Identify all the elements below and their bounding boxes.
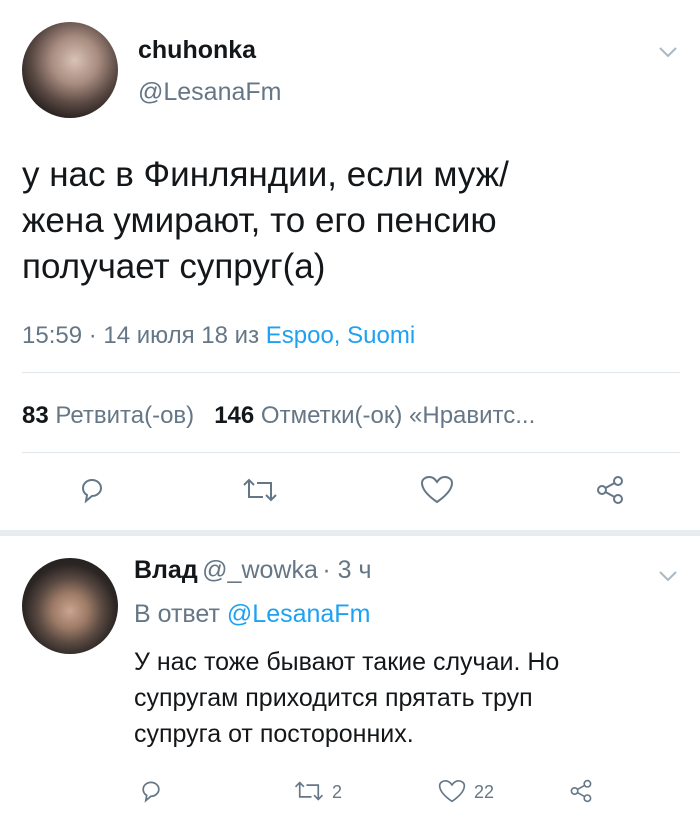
retweet-icon[interactable]: [240, 472, 280, 508]
like-icon[interactable]: [418, 472, 456, 508]
reply-text-line: У нас тоже бывают такие случаи. Но: [134, 648, 560, 676]
reply-retweet-count: 2: [332, 782, 343, 802]
chevron-down-icon[interactable]: [658, 562, 678, 588]
reply-time[interactable]: · 3 ч: [322, 556, 371, 584]
reply-text-line: супругам приходится прятать труп: [134, 684, 533, 712]
tweet-text-line: жена умирают, то его пенсию: [22, 201, 497, 240]
likes-count[interactable]: 146: [214, 402, 254, 429]
reply-icon[interactable]: [136, 776, 166, 806]
tweet-stats: 83 Ретвита(-ов) 146 Отметки(-ок) «Нравит…: [22, 402, 535, 430]
in-reply-prefix: В ответ: [134, 600, 220, 628]
reply-header: Влад @_wowka · 3 ч: [134, 556, 371, 585]
divider: [22, 372, 680, 373]
like-icon[interactable]: [436, 776, 468, 806]
divider: [22, 452, 680, 453]
likes-label[interactable]: Отметки(-ок) «Нравитс...: [261, 402, 535, 429]
reply-author-avatar[interactable]: [22, 558, 118, 654]
reply-text-line: супруга от посторонних.: [134, 720, 414, 748]
author-display-name[interactable]: chuhonka: [138, 36, 256, 65]
tweet-text-line: получает супруг(а): [22, 247, 326, 286]
in-reply-to: В ответ @LesanaFm: [134, 600, 370, 629]
author-handle[interactable]: @LesanaFm: [138, 78, 282, 107]
reply-icon[interactable]: [74, 472, 110, 508]
tweet-text-line: у нас в Финляндии, если муж/: [22, 155, 509, 194]
tweet-separator: [0, 530, 700, 536]
retweet-icon[interactable]: [292, 776, 326, 806]
retweets-count[interactable]: 83: [22, 402, 49, 429]
author-avatar[interactable]: [22, 22, 118, 118]
in-reply-handle[interactable]: @LesanaFm: [227, 600, 371, 628]
tweet-time[interactable]: 15:59 · 14 июля 18 из: [22, 322, 266, 349]
reply-author-handle[interactable]: @_wowka: [202, 556, 318, 584]
chevron-down-icon[interactable]: [658, 38, 678, 64]
reply-text: У нас тоже бывают такие случаи. Но супру…: [134, 644, 684, 752]
tweet-text: у нас в Финляндии, если муж/ жена умираю…: [22, 152, 682, 290]
share-icon[interactable]: [566, 776, 596, 806]
reply-like-count: 22: [474, 782, 495, 802]
retweets-label[interactable]: Ретвита(-ов): [55, 402, 194, 429]
tweet-location[interactable]: Espoo, Suomi: [266, 322, 415, 349]
tweet-meta: 15:59 · 14 июля 18 из Espoo, Suomi: [22, 322, 415, 350]
share-icon[interactable]: [592, 472, 628, 508]
reply-author-display-name[interactable]: Влад: [134, 556, 198, 584]
